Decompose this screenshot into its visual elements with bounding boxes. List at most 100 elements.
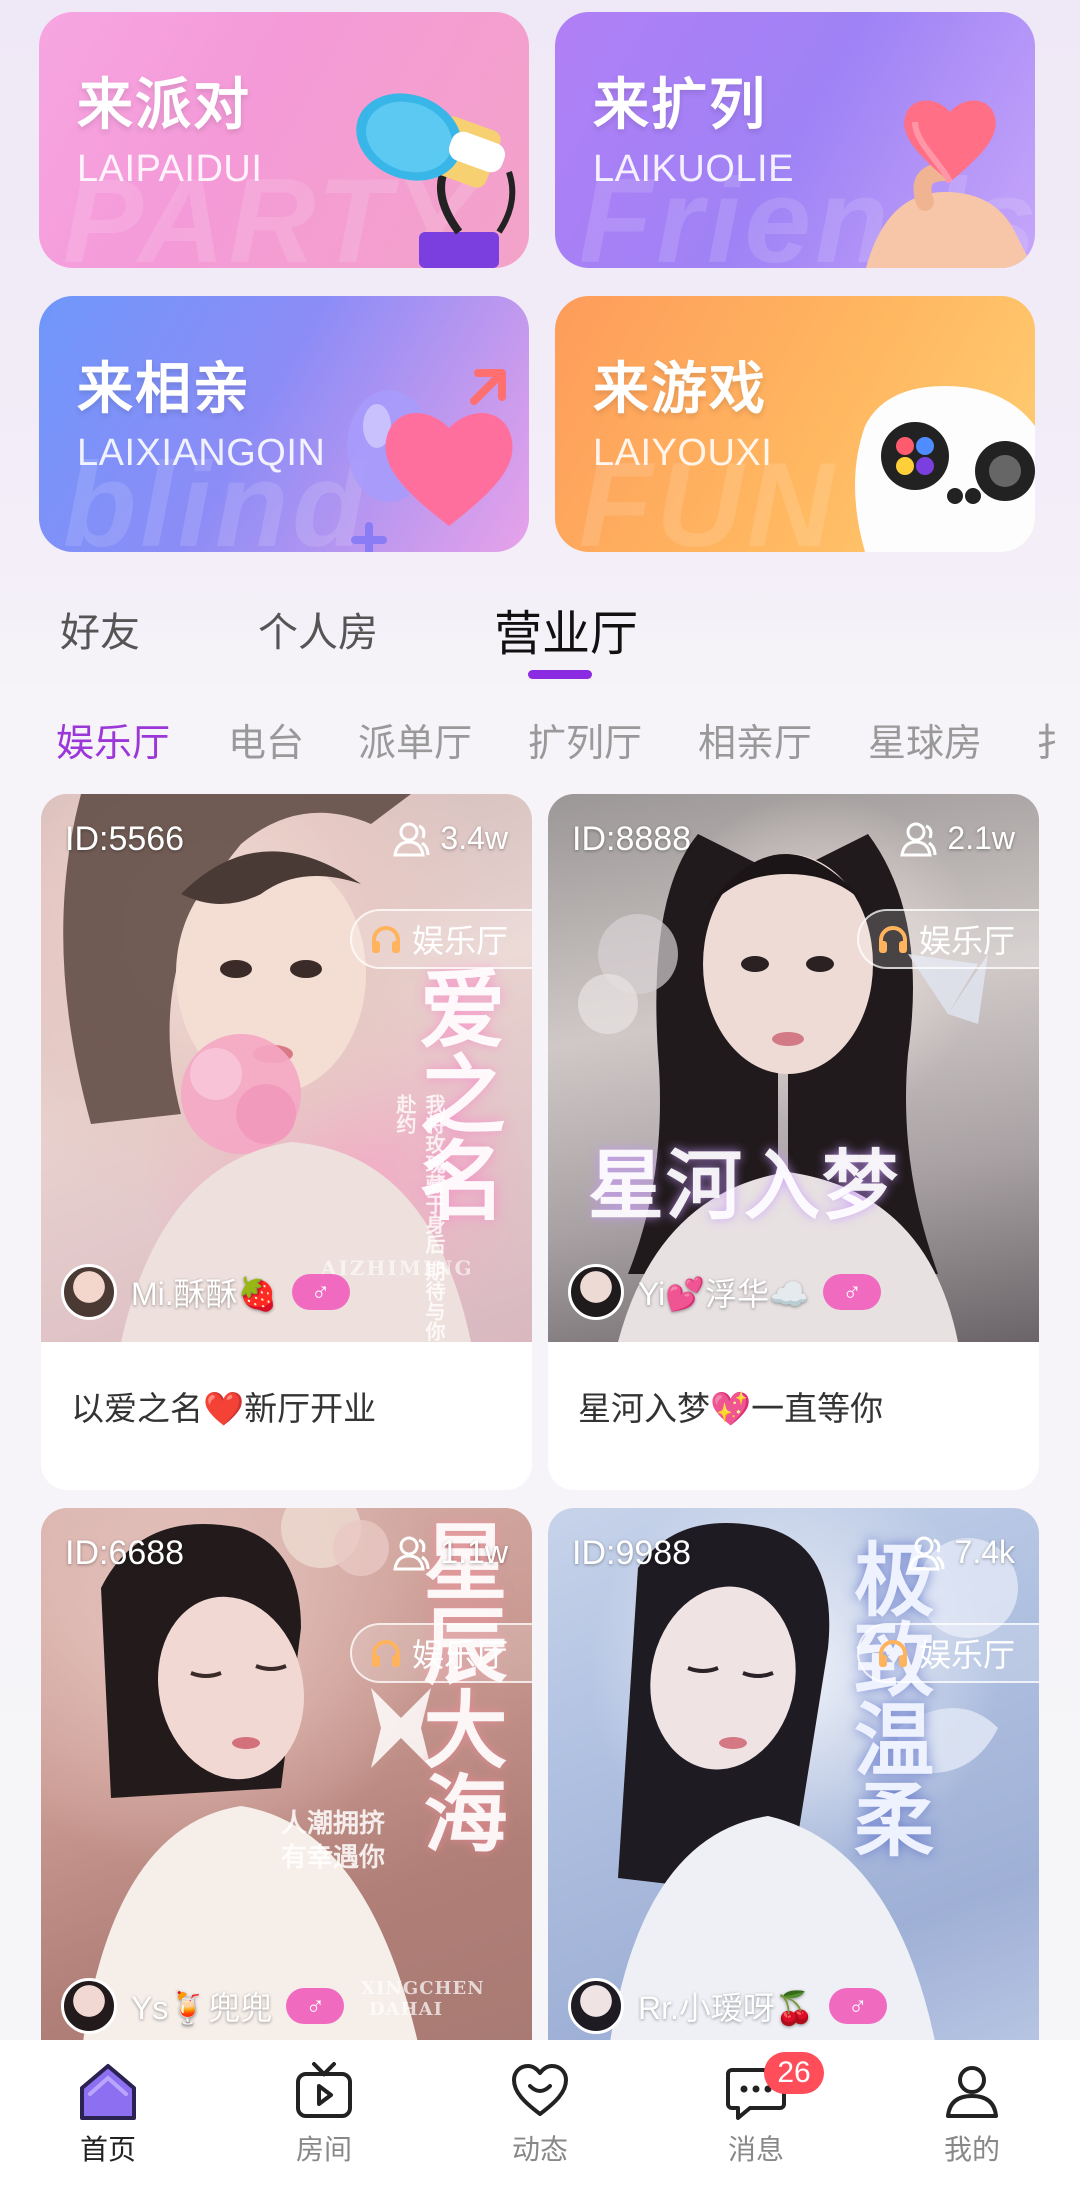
host-info: Mi.酥酥🍓 ♂: [61, 1264, 350, 1320]
host-name: Rr.小瑷呀🍒: [638, 1990, 815, 2026]
heart-hand-icon: [866, 100, 1033, 268]
card-title: 来相亲: [77, 357, 251, 422]
nav-label: 首页: [79, 2134, 136, 2165]
room-cover-image: 极致温柔: [548, 1508, 1039, 2056]
room-id: ID:8888: [572, 820, 692, 858]
room-card[interactable]: 星辰大海 人潮拥挤 有幸遇你 XINGCHEN DAHAI ID:6688 1.…: [41, 1508, 532, 2108]
headphones-icon: [371, 1640, 400, 1667]
nav-moments[interactable]: 动态: [470, 2060, 610, 2168]
tab-business-hall[interactable]: 营业厅: [494, 594, 638, 664]
room-id: ID:6688: [65, 1534, 185, 1572]
card-subtitle: LAIYOUXI: [593, 432, 773, 474]
avatar[interactable]: [61, 1264, 117, 1320]
host-info: Rr.小瑷呀🍒 ♂: [568, 1978, 887, 2034]
tab-personal-room[interactable]: 个人房: [258, 600, 378, 658]
category-planet[interactable]: 星球房: [868, 712, 982, 767]
viewer-count-value: 2.1w: [947, 820, 1015, 856]
host-name: Mi.酥酥🍓: [131, 1276, 278, 1312]
nav-label: 我的: [943, 2134, 1000, 2165]
room-cover-image: 爱之名 我将玫瑰藏于身后 期待与你赴约 AIZHIMING: [41, 794, 532, 1342]
card-subtitle: LAIKUOLIE: [593, 148, 794, 190]
unread-badge: 26: [764, 2052, 824, 2094]
card-subtitle: LAIPAIDUI: [77, 148, 263, 190]
room-type-label: 娱乐厅: [411, 923, 508, 959]
users-icon: [907, 1536, 945, 1570]
viewer-count-value: 7.4k: [954, 1534, 1015, 1570]
bottom-navigation: 首页 房间 动态 26 消息 我的: [0, 2040, 1080, 2190]
cover-english-text: XINGCHEN DAHAI: [361, 1978, 485, 2020]
category-bar: 娱乐厅 电台 派单厅 扩列厅 相亲厅 星球房 扌: [0, 712, 1080, 772]
card-title: 来游戏: [593, 357, 767, 422]
male-gender-badge: ♂: [286, 1988, 345, 2024]
cover-title-text: 极致温柔: [841, 1538, 935, 1858]
card-subtitle: LAIXIANGQIN: [77, 432, 326, 474]
male-gender-badge: ♂: [828, 1988, 887, 2024]
active-tab-indicator: [528, 670, 592, 679]
viewer-count: 2.1w: [899, 820, 1015, 857]
headphones-icon: [878, 926, 907, 953]
users-icon: [393, 1536, 430, 1570]
portrait-illustration: [608, 1523, 1018, 2056]
nav-messages[interactable]: 26 消息: [686, 2052, 826, 2168]
room-type-tag: 娱乐厅: [349, 909, 532, 969]
male-gender-badge: ♂: [291, 1274, 350, 1310]
nav-label: 消息: [727, 2134, 784, 2165]
room-card[interactable]: 爱之名 我将玫瑰藏于身后 期待与你赴约 AIZHIMING ID:5566 3.…: [41, 794, 532, 1490]
room-card[interactable]: 极致温柔 ID:9988 7.4k 娱乐厅 Rr.小瑷呀🍒 ♂: [548, 1508, 1039, 2108]
room-card[interactable]: 星河入梦 ID:8888 2.1w 娱乐厅 Yi💕浮华☁️ ♂ 星河入梦💖一直等…: [548, 794, 1039, 1490]
cover-side-text: 我将玫瑰藏于身后 期待与你赴约: [393, 1094, 446, 1341]
feature-card-party[interactable]: PARTY 来派对 LAIPAIDUI: [39, 12, 529, 268]
tv-icon: [296, 2062, 352, 2118]
host-name: Ys🍹兜兜: [131, 1990, 273, 2026]
room-cover-image: 星河入梦: [548, 794, 1039, 1342]
viewer-count-value: 1.1w: [440, 1534, 508, 1570]
room-type-label: 娱乐厅: [918, 1637, 1015, 1673]
room-description: 以爱之名❤️新厅开业: [71, 1390, 377, 1427]
room-cover-image: 星辰大海 人潮拥挤 有幸遇你 XINGCHEN DAHAI: [41, 1508, 532, 2056]
room-type-label: 娱乐厅: [918, 923, 1015, 959]
tab-friends[interactable]: 好友: [60, 600, 140, 658]
heart-balloon-icon: [347, 369, 513, 552]
avatar[interactable]: [568, 1264, 624, 1320]
feature-card-friends[interactable]: Friends 来扩列 LAIKUOLIE: [555, 12, 1035, 268]
headphones-icon: [371, 926, 400, 953]
feature-card-game[interactable]: FUN 来游戏 LAIYOUXI: [555, 296, 1035, 552]
nav-home[interactable]: 首页: [38, 2060, 178, 2168]
nav-label: 房间: [295, 2134, 352, 2165]
headphones-icon: [878, 1640, 907, 1667]
viewer-count: 1.1w: [392, 1534, 508, 1571]
category-dating[interactable]: 相亲厅: [698, 712, 812, 767]
viewer-count-value: 3.4w: [440, 820, 508, 856]
category-more[interactable]: 扌: [1036, 712, 1074, 767]
nav-profile[interactable]: 我的: [902, 2060, 1042, 2168]
card-title: 来派对: [77, 73, 251, 138]
heart-chat-icon: [512, 2064, 568, 2116]
room-description: 星河入梦💖一直等你: [578, 1390, 884, 1427]
category-radio[interactable]: 电台: [228, 712, 304, 767]
nav-label: 动态: [511, 2134, 568, 2165]
room-type-label: 娱乐厅: [411, 1637, 508, 1673]
category-dispatch[interactable]: 派单厅: [358, 712, 472, 767]
host-name: Yi💕浮华☁️: [638, 1276, 809, 1312]
users-icon: [900, 822, 937, 856]
gamepad-icon: [855, 386, 1035, 552]
nav-rooms[interactable]: 房间: [254, 2060, 394, 2168]
category-make-friends[interactable]: 扩列厅: [528, 712, 642, 767]
host-info: Yi💕浮华☁️ ♂: [568, 1264, 881, 1320]
room-id: ID:5566: [65, 820, 185, 858]
male-gender-badge: ♂: [822, 1274, 881, 1310]
category-entertainment[interactable]: 娱乐厅: [56, 712, 170, 767]
avatar[interactable]: [61, 1978, 117, 2034]
portrait-illustration: [578, 834, 988, 1342]
room-type-tag: 娱乐厅: [349, 1623, 532, 1683]
microphone-icon: [356, 93, 516, 268]
host-info: Ys🍹兜兜 ♂: [61, 1978, 345, 2034]
room-type-tag: 娱乐厅: [856, 1623, 1039, 1683]
avatar[interactable]: [568, 1978, 624, 2034]
home-icon: [80, 2064, 136, 2120]
feature-card-dating[interactable]: blind 来相亲 LAIXIANGQIN: [39, 296, 529, 552]
viewer-count: 7.4k: [907, 1534, 1015, 1571]
room-id: ID:9988: [572, 1534, 692, 1572]
card-title: 来扩列: [593, 73, 767, 138]
room-type-tag: 娱乐厅: [856, 909, 1039, 969]
